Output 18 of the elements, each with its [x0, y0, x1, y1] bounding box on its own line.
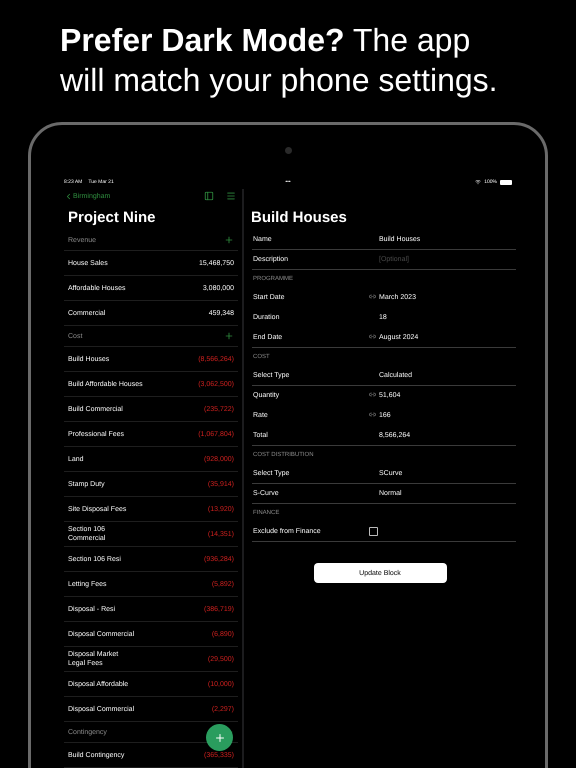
detail-title: Build Houses — [250, 208, 348, 228]
wifi-icon — [475, 179, 482, 185]
headline: Prefer Dark Mode? The app will match your phone settings. — [60, 21, 499, 100]
plus-icon — [214, 732, 226, 744]
link-icon — [369, 391, 376, 398]
add-icon[interactable] — [224, 331, 234, 341]
project-title: Project Nine — [67, 208, 157, 228]
menu-icon[interactable] — [226, 191, 236, 201]
battery-icon — [500, 180, 512, 184]
chevron-icon — [64, 192, 73, 200]
checkbox[interactable] — [369, 527, 378, 536]
add-button[interactable] — [206, 724, 233, 751]
link-icon — [369, 411, 376, 418]
link-icon — [369, 333, 376, 340]
link-icon — [369, 293, 376, 300]
add-icon[interactable] — [224, 235, 234, 245]
camera-icon — [284, 147, 292, 154]
sidebar-icon[interactable] — [204, 191, 214, 201]
